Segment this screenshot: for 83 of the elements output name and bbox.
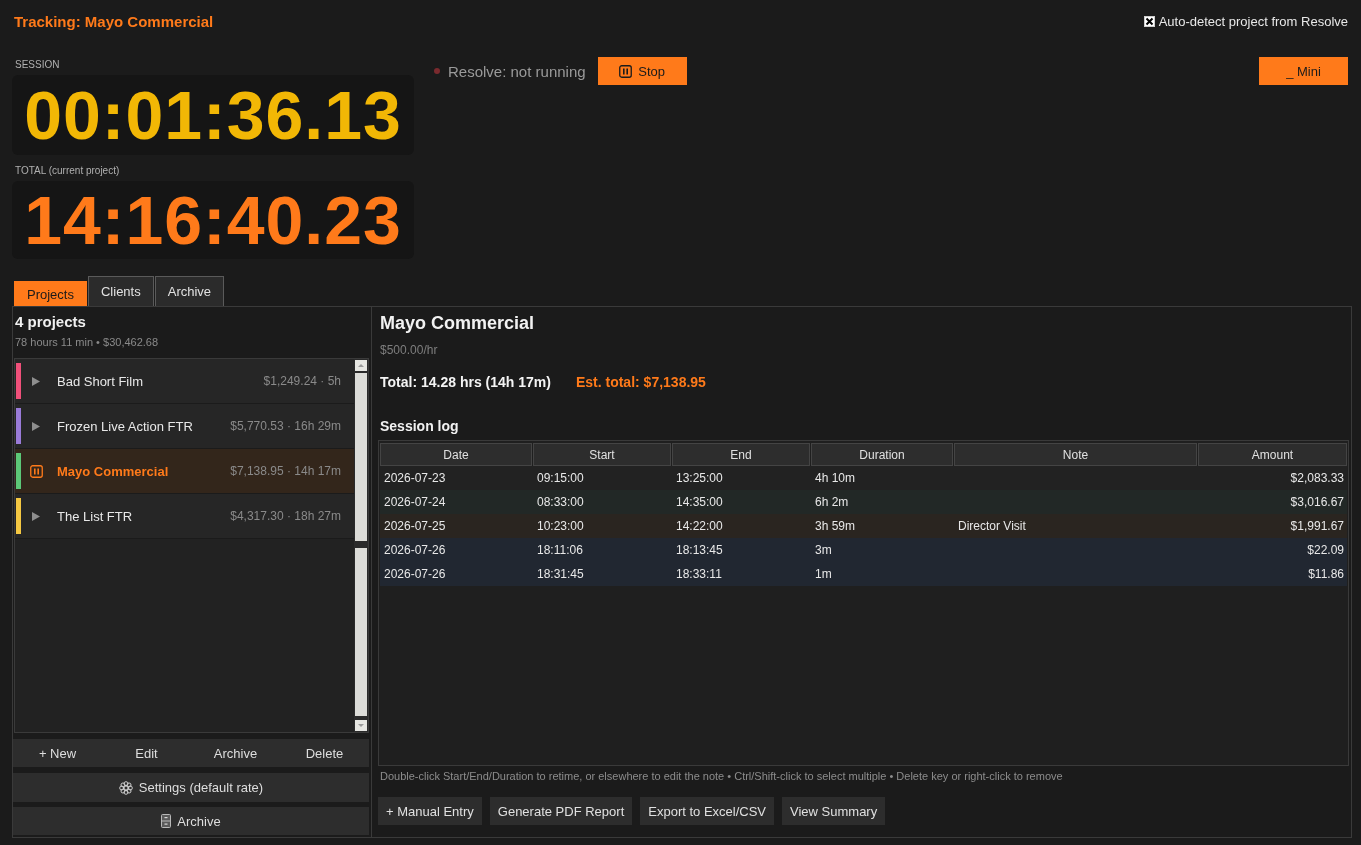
table-cell-text: 18:31:45 [536, 566, 585, 583]
table-cell-text: 3m [814, 542, 833, 559]
table-cell-text: 6h 2m [814, 494, 850, 511]
tab[interactable]: Projects [14, 281, 87, 306]
project-action-button[interactable]: + New [13, 739, 102, 767]
table-cell-text: $1,991.67 [1289, 518, 1345, 535]
table-cell-text: $3,016.67 [1289, 494, 1345, 511]
project-action-button[interactable]: Edit [102, 739, 191, 767]
project-name: Frozen Live Action FTR [57, 418, 194, 434]
resolve-status-text: Resolve: not running [448, 62, 586, 80]
log-action-button[interactable]: View Summary [782, 797, 886, 825]
table-cell-text: 3h 59m [814, 518, 857, 535]
column-header[interactable]: Amount [1198, 443, 1347, 466]
table-row[interactable]: 2026-07-24 08:33:00 14:35:00 6h 2m $3,016.67 [380, 490, 1347, 514]
table-cell-text: 18:33:11 [675, 566, 723, 583]
settings-button[interactable]: Settings (default rate) [13, 773, 369, 802]
table-cell-text: $11.86 [1307, 566, 1345, 583]
session-log-title: Session log [380, 418, 460, 434]
table-cell-text: 18:13:45 [675, 542, 724, 559]
column-header[interactable]: Start [533, 443, 671, 466]
filing-cabinet-icon [161, 814, 172, 828]
table-cell-text: 14:22:00 [675, 518, 724, 535]
project-meta: $5,770.53 · 16h 29m [230, 419, 341, 433]
table-cell-text: $22.09 [1306, 542, 1345, 559]
hourly-rate: $500.00/hr [380, 343, 439, 357]
table-cell-text: 18:11:06 [536, 542, 584, 559]
tab[interactable]: Archive [154, 276, 225, 306]
project-row[interactable]: The List FTR $4,317.30 · 18h 27m [15, 494, 354, 539]
timer-digits: 14:16:40.23 [24, 186, 402, 254]
checkbox-icon[interactable] [1143, 15, 1155, 27]
log-action-button[interactable]: + Manual Entry [378, 797, 482, 825]
gear-icon [118, 780, 133, 795]
scrollbar[interactable] [354, 359, 368, 732]
project-meta: $1,249.24 · 5h [263, 374, 341, 388]
project-meta: $4,317.30 · 18h 27m [230, 509, 341, 523]
table-cell-text: 13:25:00 [675, 470, 724, 487]
project-action-button[interactable]: Delete [280, 739, 369, 767]
project-name: The List FTR [57, 508, 134, 524]
mini-button[interactable]: _ Mini [1259, 57, 1348, 85]
timer-label: TOTAL (current project) [14, 164, 120, 178]
tab[interactable]: Clients [87, 276, 154, 306]
table-cell-text: 2026-07-26 [383, 566, 447, 583]
projects-count: 4 projects [15, 313, 87, 330]
project-name: Bad Short Film [57, 373, 144, 389]
archive-button[interactable]: Archive [13, 807, 369, 835]
table-cell-text: Director Visit [957, 518, 1027, 535]
table-cell-text: 2026-07-26 [383, 542, 447, 559]
table-cell-text: 4h 10m [814, 470, 857, 487]
log-action-button[interactable]: Export to Excel/CSV [640, 797, 775, 825]
stop-button[interactable]: Stop [597, 57, 687, 85]
project-action-button[interactable]: Archive [191, 739, 280, 767]
projects-summary: 78 hours 11 min • $30,462.68 [15, 336, 160, 349]
help-text: Double-click Start/End/Duration to retime, or elsewhere to edit the note • Ctrl/Shift-click to select multiple • Delete key or right-click to remove [380, 770, 1064, 783]
pause-icon [619, 64, 633, 78]
log-action-button[interactable]: Generate PDF Report [489, 797, 633, 825]
tracking-title: Tracking: Mayo Commercial [14, 12, 214, 30]
project-row[interactable]: Mayo Commercial $7,138.95 · 14h 17m [15, 449, 354, 494]
table-cell-text: 1m [814, 566, 833, 583]
project-title: Mayo Commercial [380, 313, 536, 334]
table-cell-text: 2026-07-24 [383, 494, 447, 511]
estimated-total: Est. total: $7,138.95 [575, 374, 706, 390]
project-row[interactable]: Frozen Live Action FTR $5,770.53 · 16h 29m [15, 404, 354, 449]
timer-digits: 00:01:36.13 [24, 81, 402, 149]
table-cell-text: $2,083.33 [1289, 470, 1345, 487]
project-name: Mayo Commercial [57, 463, 170, 479]
table-cell-text: 14:35:00 [675, 494, 724, 511]
table-row[interactable]: 2026-07-25 10:23:00 14:22:00 3h 59m Director Visit $1,991.67 [380, 514, 1347, 538]
column-header[interactable]: Date [380, 443, 532, 466]
table-row[interactable]: 2026-07-26 18:31:45 18:33:11 1m $11.86 [380, 562, 1347, 586]
project-row[interactable]: Bad Short Film $1,249.24 · 5h [15, 359, 354, 404]
project-meta: $7,138.95 · 14h 17m [230, 464, 341, 478]
timer-label: SESSION [14, 58, 60, 72]
table-cell-text: 2026-07-25 [383, 518, 447, 535]
table-row[interactable]: 2026-07-26 18:11:06 18:13:45 3m $22.09 [380, 538, 1347, 562]
checkbox-label[interactable]: Auto-detect project from Resolve [1158, 13, 1348, 29]
table-cell-text: 09:15:00 [536, 470, 585, 487]
column-header[interactable]: End [672, 443, 810, 466]
total-hours: Total: 14.28 hrs (14h 17m) [380, 374, 551, 390]
table-cell-text: 2026-07-23 [383, 470, 447, 487]
column-header[interactable]: Note [954, 443, 1197, 466]
column-header[interactable]: Duration [811, 443, 953, 466]
table-cell-text: 08:33:00 [536, 494, 585, 511]
table-cell-text: 10:23:00 [536, 518, 585, 535]
